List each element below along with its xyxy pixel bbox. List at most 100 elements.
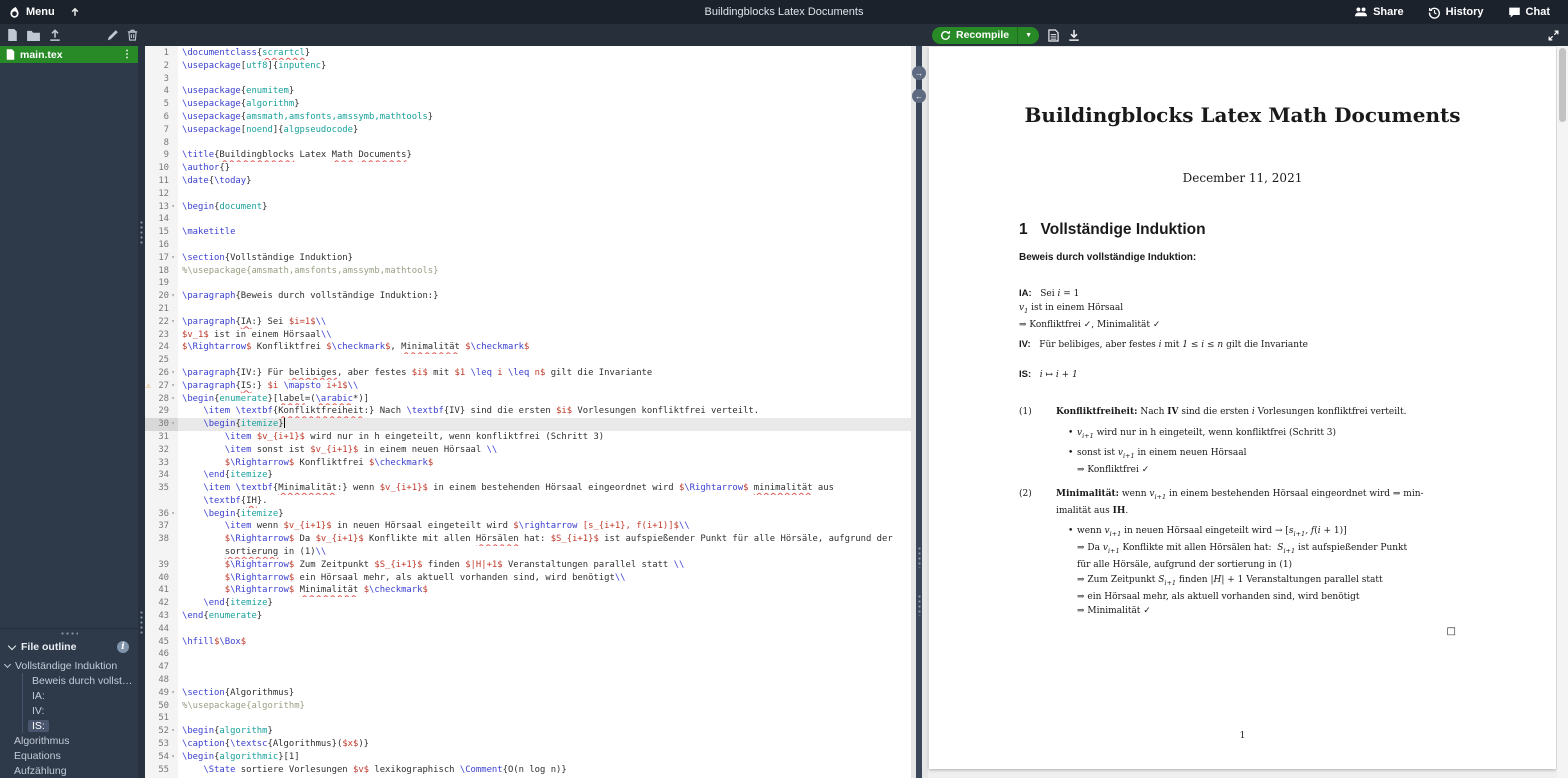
- fold-caret-icon[interactable]: ▾: [169, 751, 177, 764]
- fold-caret-icon[interactable]: ▾: [169, 687, 177, 700]
- code-line[interactable]: 14: [145, 213, 911, 226]
- history-button[interactable]: History: [1416, 6, 1496, 19]
- code-line[interactable]: 42 \end{itemize}: [145, 597, 911, 610]
- code-line[interactable]: 41 $\Rightarrow$ Minimalität $\checkmark…: [145, 584, 911, 597]
- outline-item[interactable]: Aufzählung: [0, 763, 138, 778]
- code-line[interactable]: 1 \documentclass{scrartcl}: [145, 47, 911, 60]
- rename-pencil-icon[interactable]: [107, 29, 118, 41]
- code-line[interactable]: 10 \author{}: [145, 162, 911, 175]
- outline-item[interactable]: Equations: [0, 748, 138, 763]
- upload-icon[interactable]: [49, 29, 61, 41]
- code-line[interactable]: 3: [145, 73, 911, 86]
- code-line[interactable]: 20 ▾ \paragraph{Beweis durch vollständige …: [145, 290, 911, 303]
- fold-caret-icon[interactable]: ▾: [169, 290, 177, 303]
- fold-caret-icon[interactable]: ▾: [169, 367, 177, 380]
- file-menu-kebab-icon[interactable]: ⋮: [122, 49, 132, 60]
- code-line[interactable]: 26 ▾ \paragraph{IV:} Für belibiges, aber f…: [145, 367, 911, 380]
- code-line[interactable]: 22 ▾ \paragraph{IA:} Sei $i=1$\\: [145, 316, 911, 329]
- fold-caret-icon[interactable]: ▾: [169, 725, 177, 738]
- editor-pdf-divider[interactable]: → ←: [911, 46, 928, 778]
- code-line[interactable]: 29 \item \textbf{Konfliktfreiheit:} Nach…: [145, 405, 911, 418]
- code-line[interactable]: 8: [145, 137, 911, 150]
- download-pdf-icon[interactable]: [1068, 29, 1080, 41]
- outline-item[interactable]: IV:: [22, 703, 138, 718]
- fold-caret-icon[interactable]: ▾: [169, 380, 177, 393]
- pdf-scrollbar-thumb[interactable]: [1559, 48, 1566, 122]
- code-line[interactable]: 17 ▾ \section{Vollständige Induktion}: [145, 252, 911, 265]
- new-file-icon[interactable]: [7, 29, 18, 41]
- pdf-preview-pane[interactable]: Buildingblocks Latex Math Documents Decem…: [928, 46, 1568, 778]
- outline-header[interactable]: File outline i: [0, 638, 138, 656]
- code-line[interactable]: 31 \item $v_{i+1}$ wird nur in h eingete…: [145, 431, 911, 444]
- fold-caret-icon[interactable]: ▾: [169, 201, 177, 214]
- fold-caret-icon[interactable]: ▾: [169, 393, 177, 406]
- new-folder-icon[interactable]: [27, 30, 40, 41]
- code-line[interactable]: sortierung in (1)\\: [145, 546, 911, 559]
- code-line[interactable]: 32 \item sonst ist $v_{i+1}$ in einem ne…: [145, 444, 911, 457]
- code-line[interactable]: 50 %\usepackage{algorithm}: [145, 700, 911, 713]
- code-line[interactable]: 18 %\usepackage{amsmath,amsfonts,amssymb,…: [145, 265, 911, 278]
- code-line[interactable]: 43 \end{enumerate}: [145, 610, 911, 623]
- code-line[interactable]: 13 ▾ \begin{document}: [145, 201, 911, 214]
- code-line[interactable]: 15 \maketitle: [145, 226, 911, 239]
- code-line[interactable]: 47: [145, 661, 911, 674]
- code-line[interactable]: 21: [145, 303, 911, 316]
- expand-left-arrow-icon[interactable]: ←: [912, 89, 926, 103]
- code-line[interactable]: 12: [145, 188, 911, 201]
- code-line[interactable]: 5 \usepackage{algorithm}: [145, 98, 911, 111]
- fold-caret-icon[interactable]: ▾: [169, 418, 177, 431]
- menu-button[interactable]: Menu: [8, 6, 55, 19]
- code-line[interactable]: 48: [145, 674, 911, 687]
- file-entry-main-tex[interactable]: main.tex ⋮: [0, 46, 138, 63]
- code-line[interactable]: 34 \end{itemize}: [145, 469, 911, 482]
- outline-item[interactable]: IA:: [22, 688, 138, 703]
- outline-item[interactable]: Algorithmus: [0, 733, 138, 748]
- code-line[interactable]: 39 $\Rightarrow$ Zum Zeitpunkt $S_{i+1}$…: [145, 559, 911, 572]
- code-line[interactable]: 7 \usepackage[noend]{algpseudocode}: [145, 124, 911, 137]
- code-line[interactable]: 25: [145, 354, 911, 367]
- code-line[interactable]: 24 $\Rightarrow$ Konfliktfrei $\checkmark…: [145, 341, 911, 354]
- outline-item[interactable]: Vollständige Induktion: [0, 658, 138, 673]
- code-line[interactable]: 4 \usepackage{enumitem}: [145, 85, 911, 98]
- code-line[interactable]: 51: [145, 712, 911, 725]
- code-line[interactable]: 52 ▾ \begin{algorithm}: [145, 725, 911, 738]
- pdf-scrollbar[interactable]: [1557, 46, 1568, 778]
- expand-right-arrow-icon[interactable]: →: [912, 66, 926, 80]
- fold-caret-icon[interactable]: ▾: [169, 252, 177, 265]
- code-line[interactable]: 28 ▾ \begin{enumerate}[label=(\arabic*)]: [145, 393, 911, 406]
- code-line[interactable]: 40 $\Rightarrow$ ein Hörsaal mehr, als a…: [145, 572, 911, 585]
- code-line[interactable]: 53 \caption{\textsc{Algorithmus}($x$)}: [145, 738, 911, 751]
- fold-caret-icon[interactable]: ▾: [169, 316, 177, 329]
- delete-trash-icon[interactable]: [127, 29, 138, 41]
- code-line[interactable]: \textbf{IH}.: [145, 495, 911, 508]
- expand-pdf-icon[interactable]: [1548, 30, 1559, 41]
- code-editor[interactable]: 1 \documentclass{scrartcl} 2 \usepackage[ut…: [145, 46, 911, 778]
- outline-item[interactable]: Beweis durch vollständig...: [22, 673, 138, 688]
- code-line[interactable]: ⚠ 27 ▾ \paragraph{IS:} $i \mapsto i+1$\\: [145, 380, 911, 393]
- code-line[interactable]: 38 $\Rightarrow$ Da $v_{i+1}$ Konflikte …: [145, 533, 911, 546]
- code-line[interactable]: 55 \State sortiere Vorlesungen $v$ lexik…: [145, 764, 911, 777]
- fold-caret-icon[interactable]: ▾: [169, 508, 177, 521]
- code-line[interactable]: 37 \item wenn $v_{i+1}$ in neuen Hörsaal…: [145, 520, 911, 533]
- code-line[interactable]: 9 \title{Buildingblocks Latex Math Docume…: [145, 149, 911, 162]
- code-line[interactable]: 49 ▾ \section{Algorithmus}: [145, 687, 911, 700]
- code-line[interactable]: 30 ▾ \begin{itemize}: [145, 418, 911, 431]
- share-button[interactable]: Share: [1342, 6, 1416, 19]
- recompile-caret-icon[interactable]: ▼: [1017, 26, 1039, 44]
- outline-item[interactable]: IS:: [22, 718, 138, 733]
- outline-resize-handle[interactable]: [0, 628, 138, 638]
- code-line[interactable]: 54 ▾ \begin{algorithmic}[1]: [145, 751, 911, 764]
- info-icon[interactable]: i: [117, 641, 129, 653]
- code-line[interactable]: 36 ▾ \begin{itemize}: [145, 508, 911, 521]
- code-line[interactable]: 6 \usepackage{amsmath,amsfonts,amssymb,ma…: [145, 111, 911, 124]
- code-line[interactable]: 45 \hfill$\Box$: [145, 636, 911, 649]
- code-line[interactable]: 16: [145, 239, 911, 252]
- compile-log-icon[interactable]: [1048, 28, 1059, 42]
- code-line[interactable]: 19: [145, 277, 911, 290]
- chat-button[interactable]: Chat: [1496, 6, 1562, 19]
- code-line[interactable]: 46: [145, 648, 911, 661]
- sidebar-resize-handle[interactable]: [138, 24, 145, 778]
- code-line[interactable]: 11 \date{\today}: [145, 175, 911, 188]
- code-line[interactable]: 23 $v_1$ ist in einem Hörsaal\\: [145, 329, 911, 342]
- code-line[interactable]: 35 \item \textbf{Minimalität:} wenn $v_{…: [145, 482, 911, 495]
